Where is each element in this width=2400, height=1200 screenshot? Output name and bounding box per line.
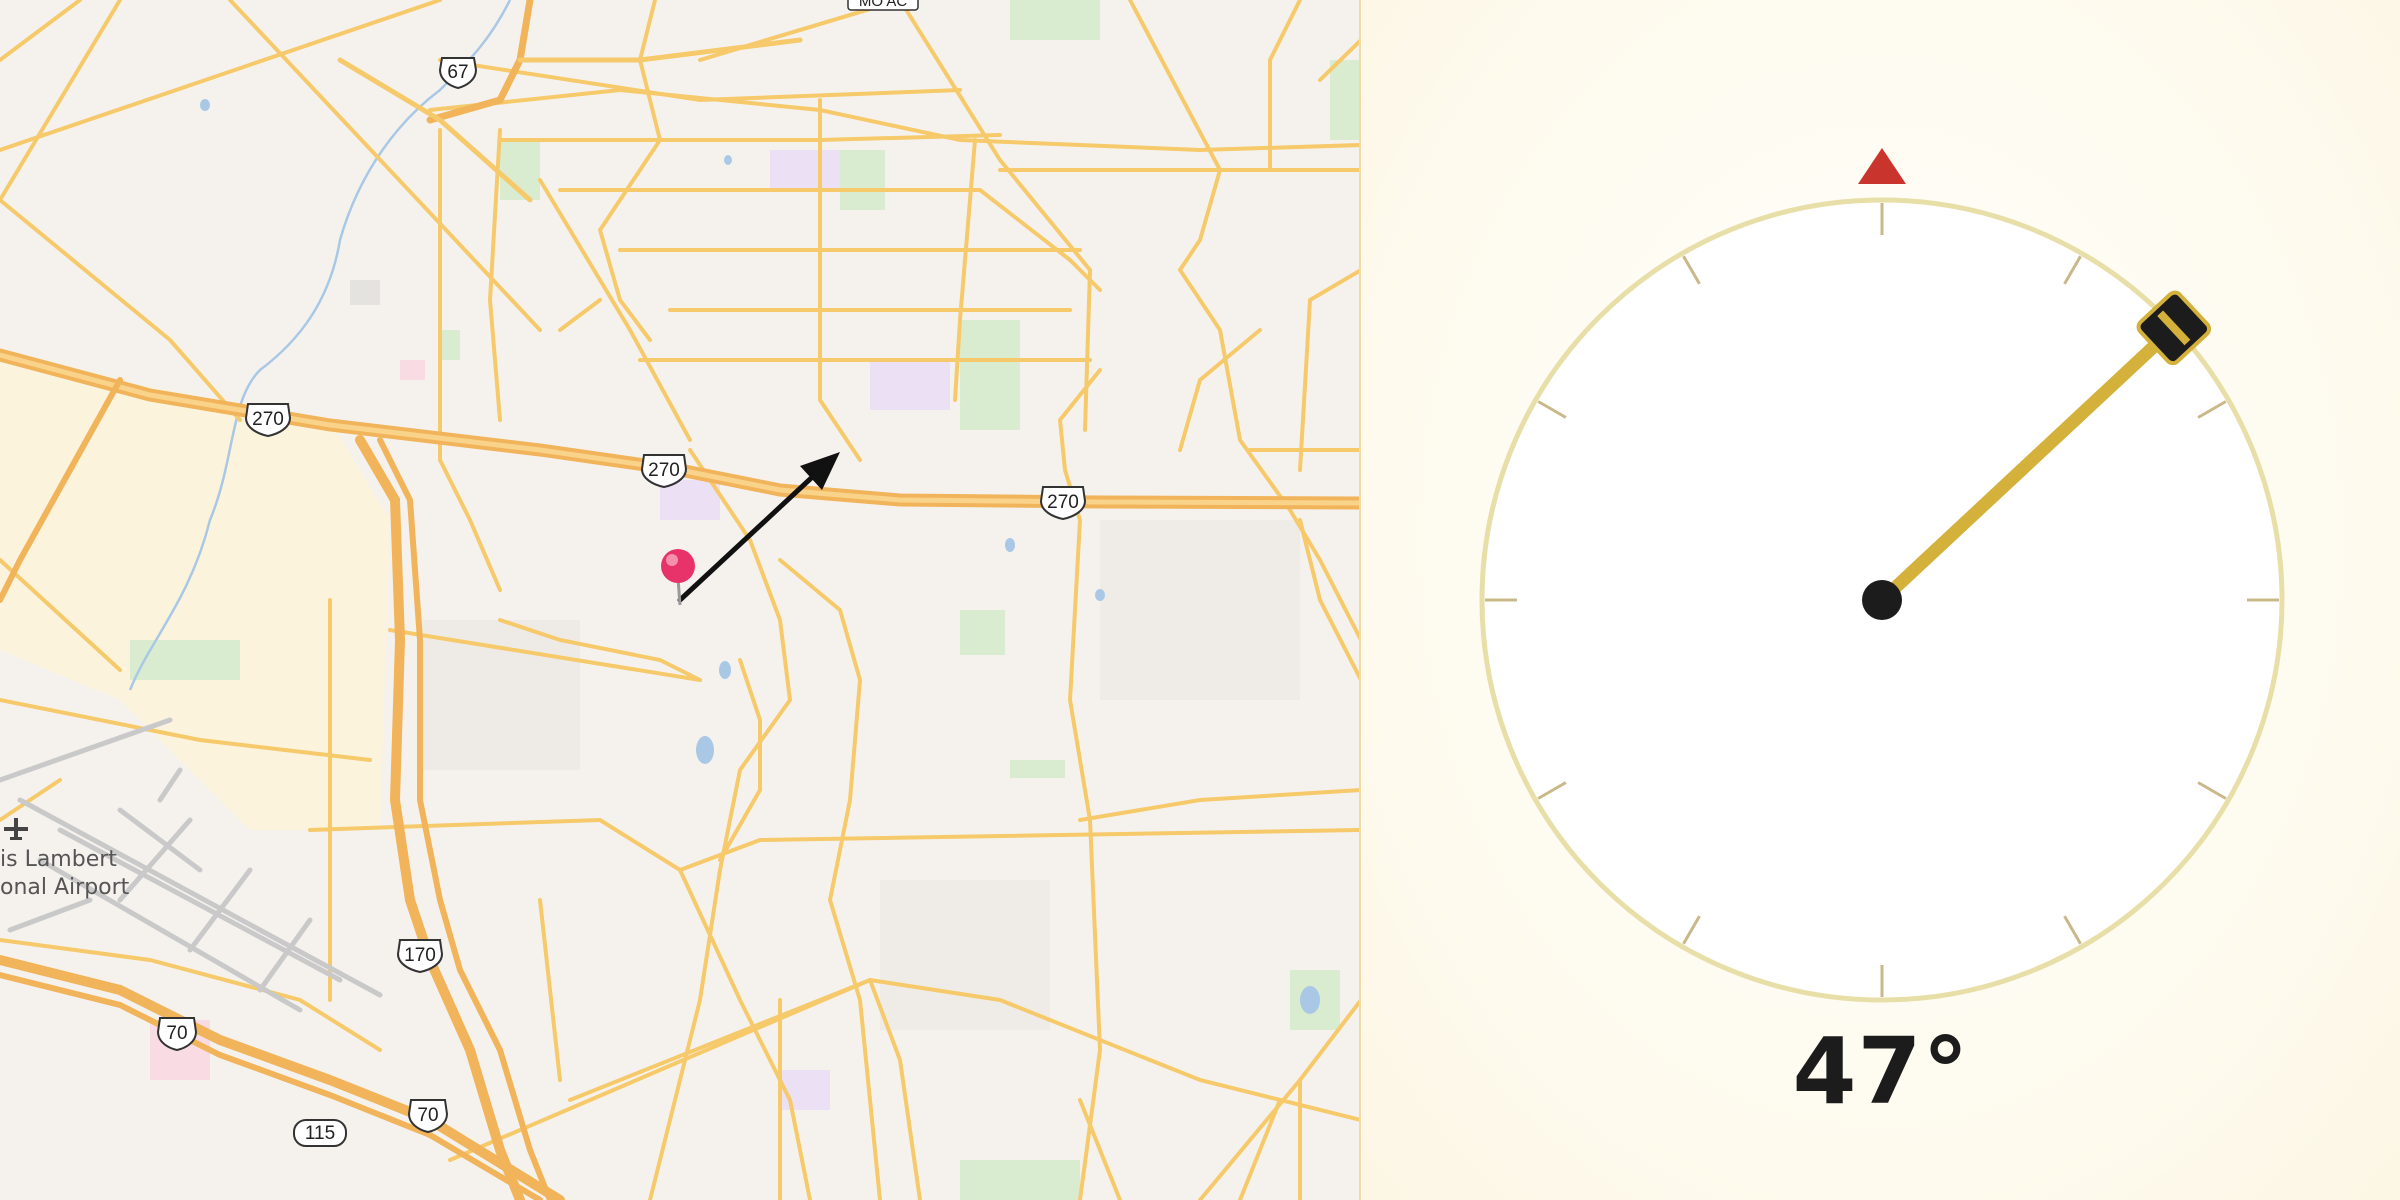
compass-panel: 47° [1362, 0, 2400, 1200]
street-map[interactable]: is Lambert onal Airport MO AC 67 270 270… [0, 0, 1361, 1200]
north-marker-icon [1858, 148, 1906, 184]
airport-label-line1: is Lambert [0, 847, 117, 872]
svg-text:70: 70 [417, 1105, 438, 1126]
svg-text:70: 70 [166, 1023, 187, 1044]
svg-text:270: 270 [1047, 492, 1079, 513]
svg-text:115: 115 [305, 1123, 335, 1144]
route115-shield: 115 [293, 1119, 347, 1147]
svg-text:170: 170 [404, 945, 436, 966]
map-panel[interactable]: is Lambert onal Airport MO AC 67 270 270… [0, 0, 1361, 1200]
svg-text:270: 270 [252, 409, 284, 430]
top-edge-label: MO AC [859, 0, 908, 10]
compass-center-pivot [1862, 580, 1902, 620]
svg-text:270: 270 [648, 460, 680, 481]
airport-label-line2: onal Airport [0, 875, 130, 900]
top-edge-marker: MO AC [847, 0, 919, 11]
svg-text:67: 67 [447, 62, 468, 83]
bearing-readout: 47° [1792, 1018, 1970, 1125]
